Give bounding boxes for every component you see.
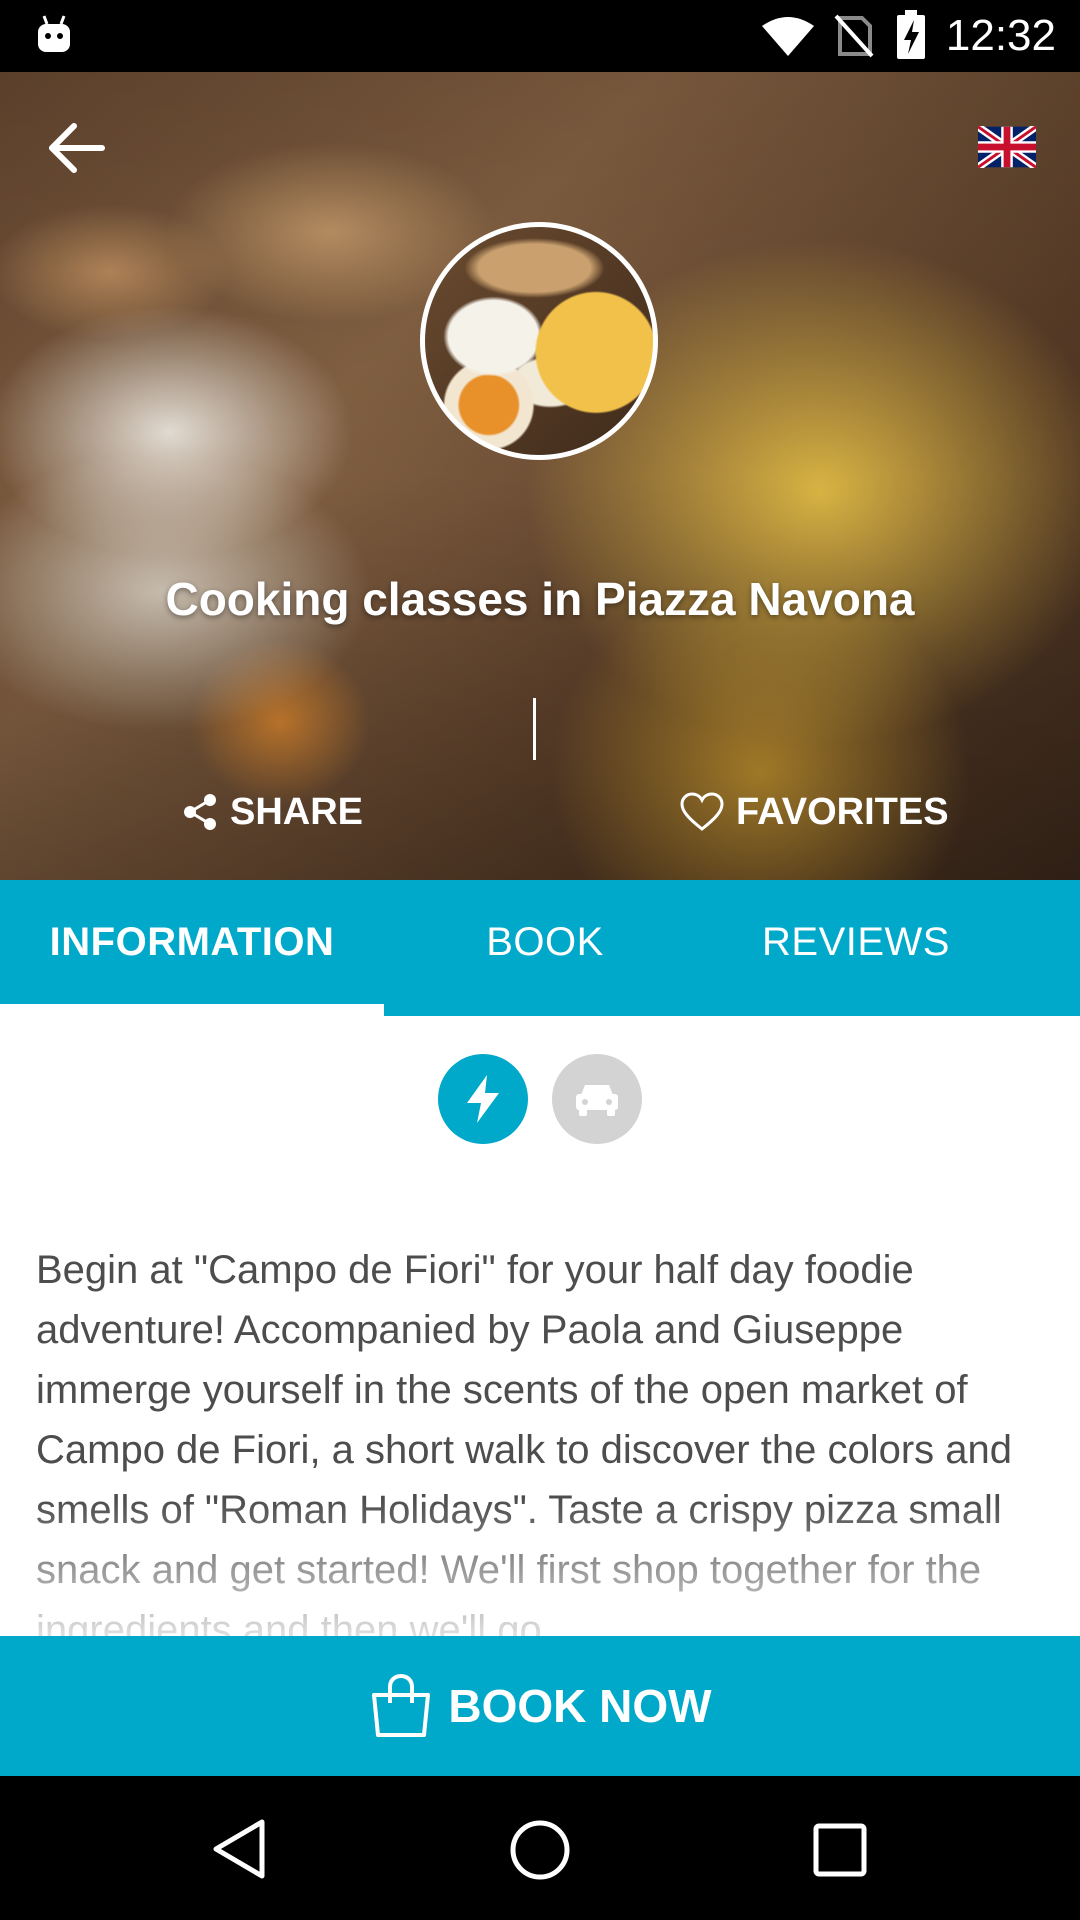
status-bar: 12:32: [0, 0, 1080, 72]
nav-home-icon[interactable]: [508, 1818, 572, 1887]
uk-flag-icon: [975, 123, 1039, 171]
no-sim-icon: [834, 14, 874, 63]
share-button[interactable]: SHARE: [180, 772, 363, 852]
clock: 12:32: [945, 11, 1056, 60]
nav-recents-icon[interactable]: [812, 1822, 868, 1883]
transport-badge[interactable]: [552, 1054, 642, 1144]
share-icon: [184, 794, 216, 830]
tab-indicator: [0, 1004, 384, 1016]
tab-book[interactable]: BOOK: [384, 880, 706, 1004]
wifi-icon: [760, 16, 816, 63]
tab-information[interactable]: INFORMATION: [0, 880, 384, 1004]
heart-icon: [680, 792, 724, 831]
battery-charging-icon: [896, 10, 926, 65]
language-button[interactable]: [975, 123, 1039, 171]
book-now-label: BOOK NOW: [448, 1680, 712, 1732]
arrow-left-icon: [49, 123, 105, 173]
car-icon: [576, 1085, 618, 1116]
back-button[interactable]: [44, 116, 108, 180]
lightning-icon: [467, 1075, 499, 1123]
action-row: SHARE FAVORITES: [0, 772, 1080, 852]
system-nav-bar: [0, 1776, 1080, 1920]
experience-avatar: [420, 222, 658, 460]
nav-back-icon[interactable]: [210, 1818, 270, 1885]
tab-bar: INFORMATION BOOK REVIEWS: [0, 880, 1080, 1016]
description-fade: [0, 1500, 1080, 1640]
favorites-label: FAVORITES: [736, 790, 949, 833]
hero-background-image: [0, 72, 1080, 880]
favorites-button[interactable]: FAVORITES: [680, 772, 949, 852]
page-title: Cooking classes in Piazza Navona: [165, 573, 915, 625]
share-label: SHARE: [230, 790, 364, 833]
shopping-bag-icon: [372, 1673, 431, 1737]
action-divider: [533, 698, 536, 760]
book-now-button[interactable]: BOOK NOW: [0, 1636, 1080, 1776]
instant-confirmation-badge[interactable]: [438, 1054, 528, 1144]
tab-reviews[interactable]: REVIEWS: [706, 880, 1006, 1004]
android-icon: [36, 14, 72, 59]
hero-header: Cooking classes in Piazza Navona SHARE F…: [0, 72, 1080, 880]
